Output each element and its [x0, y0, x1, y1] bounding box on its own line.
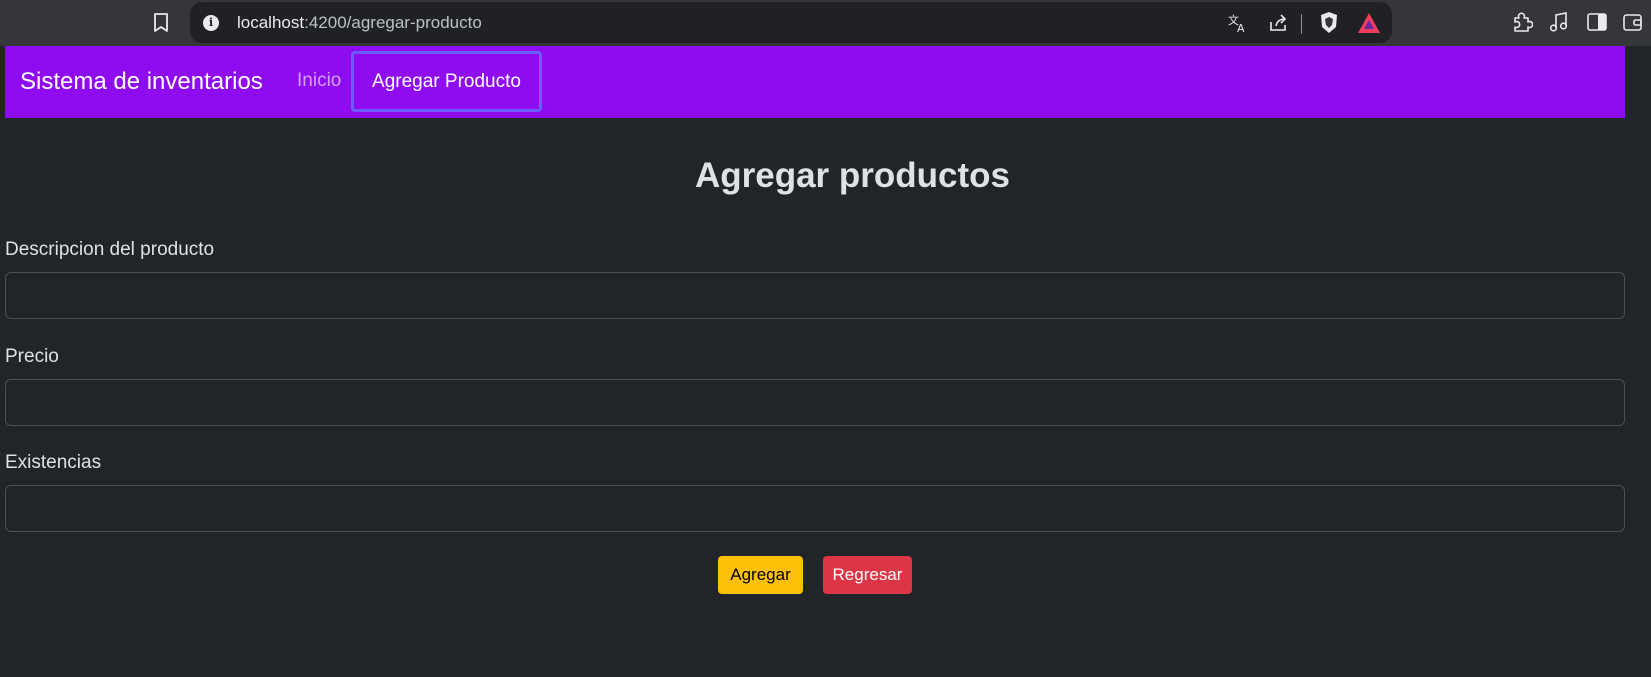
svg-text:A: A [1237, 22, 1245, 34]
descripcion-input[interactable] [5, 272, 1625, 319]
nav-link-agregar-producto[interactable]: Agregar Producto [351, 51, 542, 112]
nav-link-inicio[interactable]: Inicio [297, 70, 341, 92]
browser-toolbar: i localhost:4200/agregar-producto 文A [0, 0, 1651, 46]
descripcion-label: Descripcion del producto [5, 239, 215, 260]
address-bar[interactable]: i localhost:4200/agregar-producto 文A [190, 2, 1392, 43]
site-info-icon[interactable]: i [203, 15, 219, 31]
agregar-button[interactable]: Agregar [718, 556, 803, 594]
translate-icon[interactable]: 文A [1225, 10, 1251, 36]
brave-shields-icon[interactable] [1316, 10, 1342, 36]
precio-input[interactable] [5, 379, 1625, 426]
extensions-icon[interactable] [1509, 9, 1535, 35]
url-text[interactable]: localhost:4200/agregar-producto [237, 13, 482, 33]
existencias-label: Existencias [5, 452, 102, 473]
page-scrollbar[interactable] [1625, 46, 1651, 677]
media-icon[interactable] [1546, 9, 1572, 35]
page-title: Agregar productos [694, 156, 1011, 195]
bookmark-icon[interactable] [150, 11, 172, 35]
precio-label: Precio [5, 346, 59, 367]
share-icon[interactable] [1265, 10, 1291, 36]
navbar-brand[interactable]: Sistema de inventarios [20, 68, 263, 96]
navbar: Sistema de inventarios Inicio Agregar Pr… [5, 46, 1625, 118]
existencias-input[interactable] [5, 485, 1625, 532]
sidebar-icon[interactable] [1584, 9, 1610, 35]
toolbar-separator [1301, 14, 1302, 34]
brave-rewards-icon[interactable] [1356, 10, 1382, 36]
wallet-icon[interactable] [1620, 9, 1646, 35]
regresar-button[interactable]: Regresar [823, 556, 912, 594]
